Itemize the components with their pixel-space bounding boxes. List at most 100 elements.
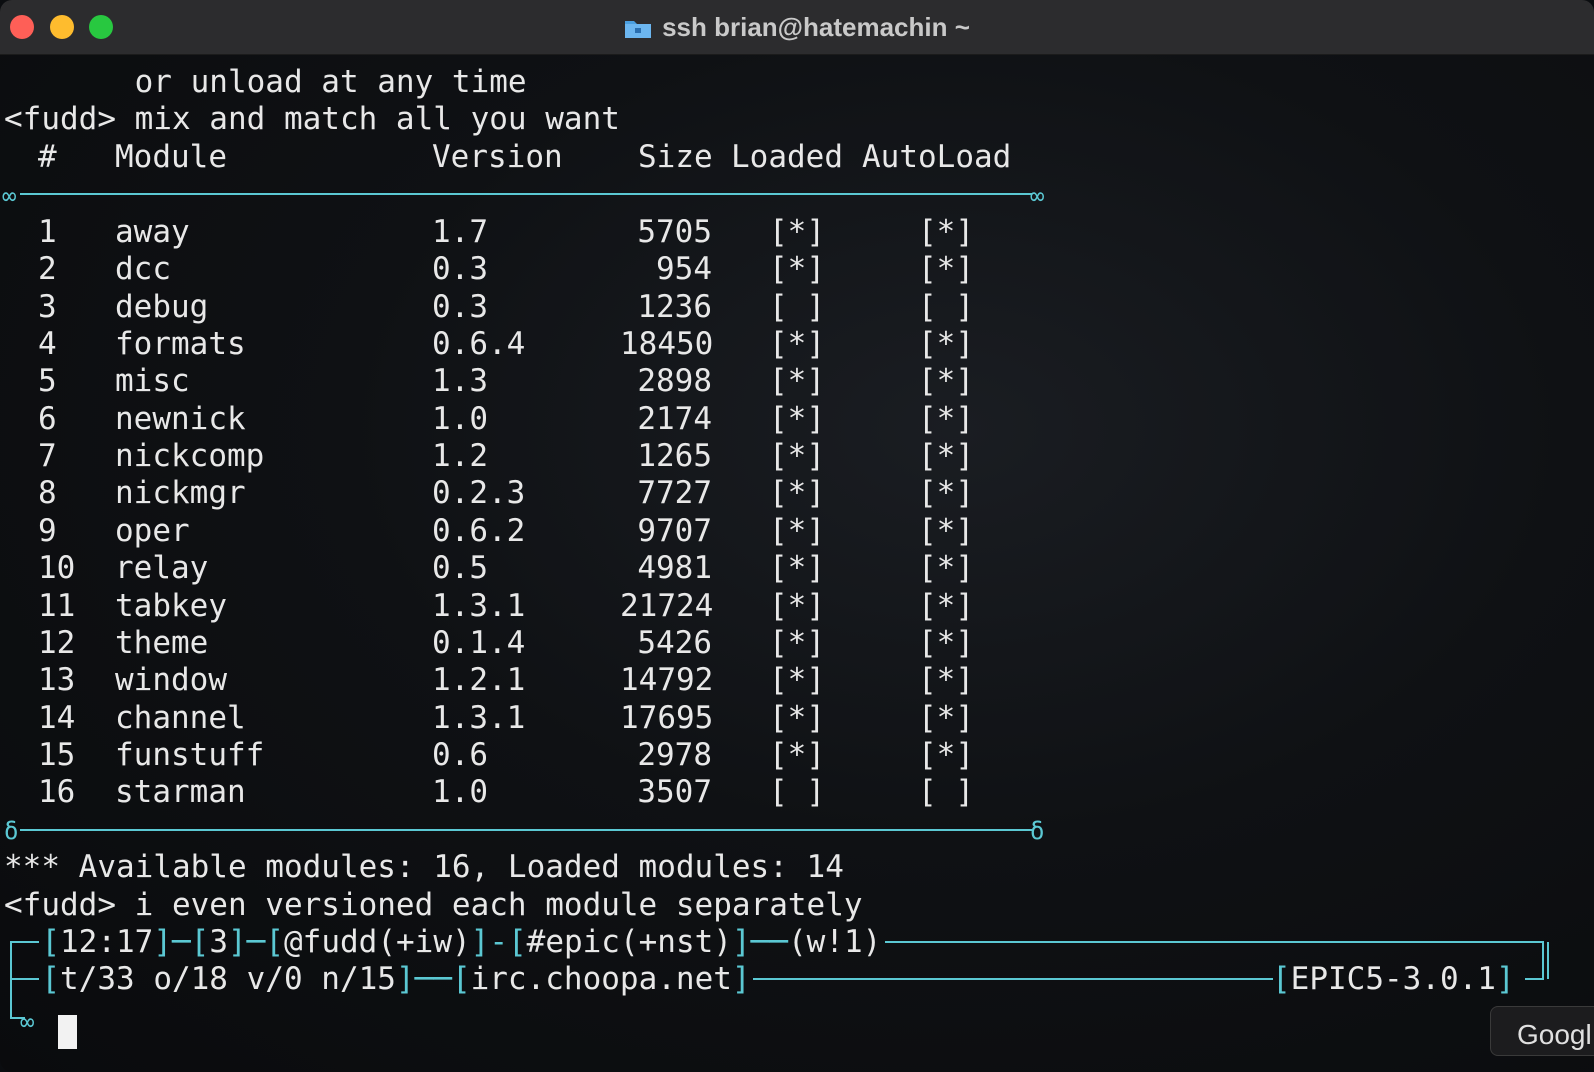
row-num: 13 bbox=[38, 662, 76, 698]
row-version: 0.5 bbox=[432, 550, 488, 586]
header-size: Size bbox=[638, 139, 713, 175]
row-size: 17695 bbox=[620, 700, 714, 736]
row-module: nickcomp bbox=[115, 438, 265, 474]
row-size: 5705 bbox=[637, 214, 712, 250]
row-num: 4 bbox=[38, 326, 57, 362]
row-size: 9707 bbox=[637, 513, 712, 549]
row-version: 0.2.3 bbox=[432, 475, 526, 511]
row-size: 2978 bbox=[637, 737, 712, 773]
row-size: 2898 bbox=[637, 363, 712, 399]
row-autoload: [*] bbox=[918, 251, 974, 287]
row-module: relay bbox=[115, 550, 209, 586]
row-autoload: [ ] bbox=[918, 774, 974, 810]
status-time: 12:17 bbox=[60, 924, 154, 960]
row-autoload: [*] bbox=[918, 737, 974, 773]
window-title: ssh brian@hatemachin ~ bbox=[0, 12, 1594, 43]
row-module: away bbox=[115, 214, 190, 250]
row-module: window bbox=[115, 662, 227, 698]
header-num: # bbox=[38, 139, 57, 175]
row-module: newnick bbox=[115, 401, 246, 437]
terminal-content[interactable]: or unload at any time <fudd> mix and mat… bbox=[0, 58, 1594, 1068]
row-module: dcc bbox=[115, 251, 171, 287]
rule-delta-icon: δ bbox=[4, 817, 19, 845]
input-cursor[interactable] bbox=[58, 1015, 77, 1049]
row-autoload: [*] bbox=[918, 363, 974, 399]
statusbar-row-1: [12:17]─[3]─[@fudd(+iw)]-[#epic(+nst)]──… bbox=[41, 924, 882, 960]
row-num: 2 bbox=[38, 251, 57, 287]
header-loaded: Loaded bbox=[731, 139, 843, 175]
row-loaded: [*] bbox=[769, 326, 825, 362]
row-version: 1.3.1 bbox=[432, 588, 526, 624]
row-num: 14 bbox=[38, 700, 76, 736]
status-refnum: (w!1) bbox=[787, 924, 882, 960]
row-loaded: [*] bbox=[769, 438, 825, 474]
row-loaded: [*] bbox=[769, 513, 825, 549]
row-size: 3507 bbox=[637, 774, 712, 810]
table-bottom-rule bbox=[20, 829, 1032, 831]
row-loaded: [*] bbox=[769, 214, 825, 250]
prompt-infinity-icon: ∞ bbox=[20, 1008, 35, 1036]
status-counts: t/33 o/18 v/0 n/15 bbox=[60, 961, 396, 997]
row-version: 0.6.4 bbox=[432, 326, 526, 362]
row-autoload: [*] bbox=[918, 438, 974, 474]
row-autoload: [*] bbox=[918, 700, 974, 736]
row-module: oper bbox=[115, 513, 190, 549]
row-version: 0.3 bbox=[432, 289, 488, 325]
google-overlay-button[interactable]: Googl bbox=[1490, 1006, 1594, 1056]
row-size: 7727 bbox=[637, 475, 712, 511]
row-loaded: [*] bbox=[769, 625, 825, 661]
row-num: 1 bbox=[38, 214, 57, 250]
row-loaded: [*] bbox=[769, 700, 825, 736]
row-version: 0.1.4 bbox=[432, 625, 526, 661]
intro-line-1: or unload at any time bbox=[4, 64, 527, 100]
row-num: 8 bbox=[38, 475, 57, 511]
row-loaded: [ ] bbox=[769, 774, 825, 810]
row-autoload: [*] bbox=[918, 625, 974, 661]
row-module: misc bbox=[115, 363, 190, 399]
row-module: tabkey bbox=[115, 588, 227, 624]
row-version: 1.3.1 bbox=[432, 700, 526, 736]
intro-line-2: <fudd> mix and match all you want bbox=[4, 101, 620, 137]
row-autoload: [*] bbox=[918, 326, 974, 362]
row-module: formats bbox=[115, 326, 246, 362]
statusbar-row-2: [t/33 o/18 v/0 n/15]──[irc.choopa.net] bbox=[41, 961, 751, 997]
row-size: 5426 bbox=[637, 625, 712, 661]
row-num: 12 bbox=[38, 625, 76, 661]
row-size: 14792 bbox=[620, 662, 714, 698]
row-num: 10 bbox=[38, 550, 76, 586]
status-client: EPIC5-3.0.1 bbox=[1290, 961, 1496, 997]
row-version: 1.0 bbox=[432, 774, 488, 810]
status-nick: @fudd bbox=[284, 924, 378, 960]
row-num: 3 bbox=[38, 289, 57, 325]
row-module: theme bbox=[115, 625, 209, 661]
row-size: 1236 bbox=[637, 289, 712, 325]
row-module: nickmgr bbox=[115, 475, 246, 511]
summary-line: *** Available modules: 16, Loaded module… bbox=[4, 849, 844, 885]
row-num: 11 bbox=[38, 588, 76, 624]
window-title-text: ssh brian@hatemachin ~ bbox=[662, 12, 970, 42]
header-module: Module bbox=[115, 139, 227, 175]
folder-icon bbox=[625, 21, 652, 38]
row-autoload: [*] bbox=[918, 588, 974, 624]
status-nick-mode: (+iw) bbox=[377, 924, 471, 960]
row-autoload: [*] bbox=[918, 662, 974, 698]
rule-delta-icon: δ bbox=[1030, 817, 1045, 845]
row-version: 1.0 bbox=[432, 401, 488, 437]
row-loaded: [*] bbox=[769, 401, 825, 437]
title-bar[interactable]: ssh brian@hatemachin ~ bbox=[0, 0, 1594, 55]
row-autoload: [*] bbox=[918, 475, 974, 511]
header-version: Version bbox=[432, 139, 563, 175]
row-module: starman bbox=[115, 774, 246, 810]
row-loaded: [*] bbox=[769, 363, 825, 399]
chat-line: <fudd> i even versioned each module sepa… bbox=[4, 887, 863, 923]
row-loaded: [*] bbox=[769, 475, 825, 511]
row-size: 21724 bbox=[620, 588, 714, 624]
row-num: 15 bbox=[38, 737, 76, 773]
status-client-group: [EPIC5-3.0.1] bbox=[1272, 961, 1515, 997]
table-top-rule bbox=[20, 193, 1032, 195]
row-version: 1.3 bbox=[432, 363, 488, 399]
terminal-window: ssh brian@hatemachin ~ or unload at any … bbox=[0, 0, 1594, 1072]
rule-infinity-icon: ∞ bbox=[2, 182, 17, 210]
row-autoload: [*] bbox=[918, 401, 974, 437]
row-module: channel bbox=[115, 700, 246, 736]
